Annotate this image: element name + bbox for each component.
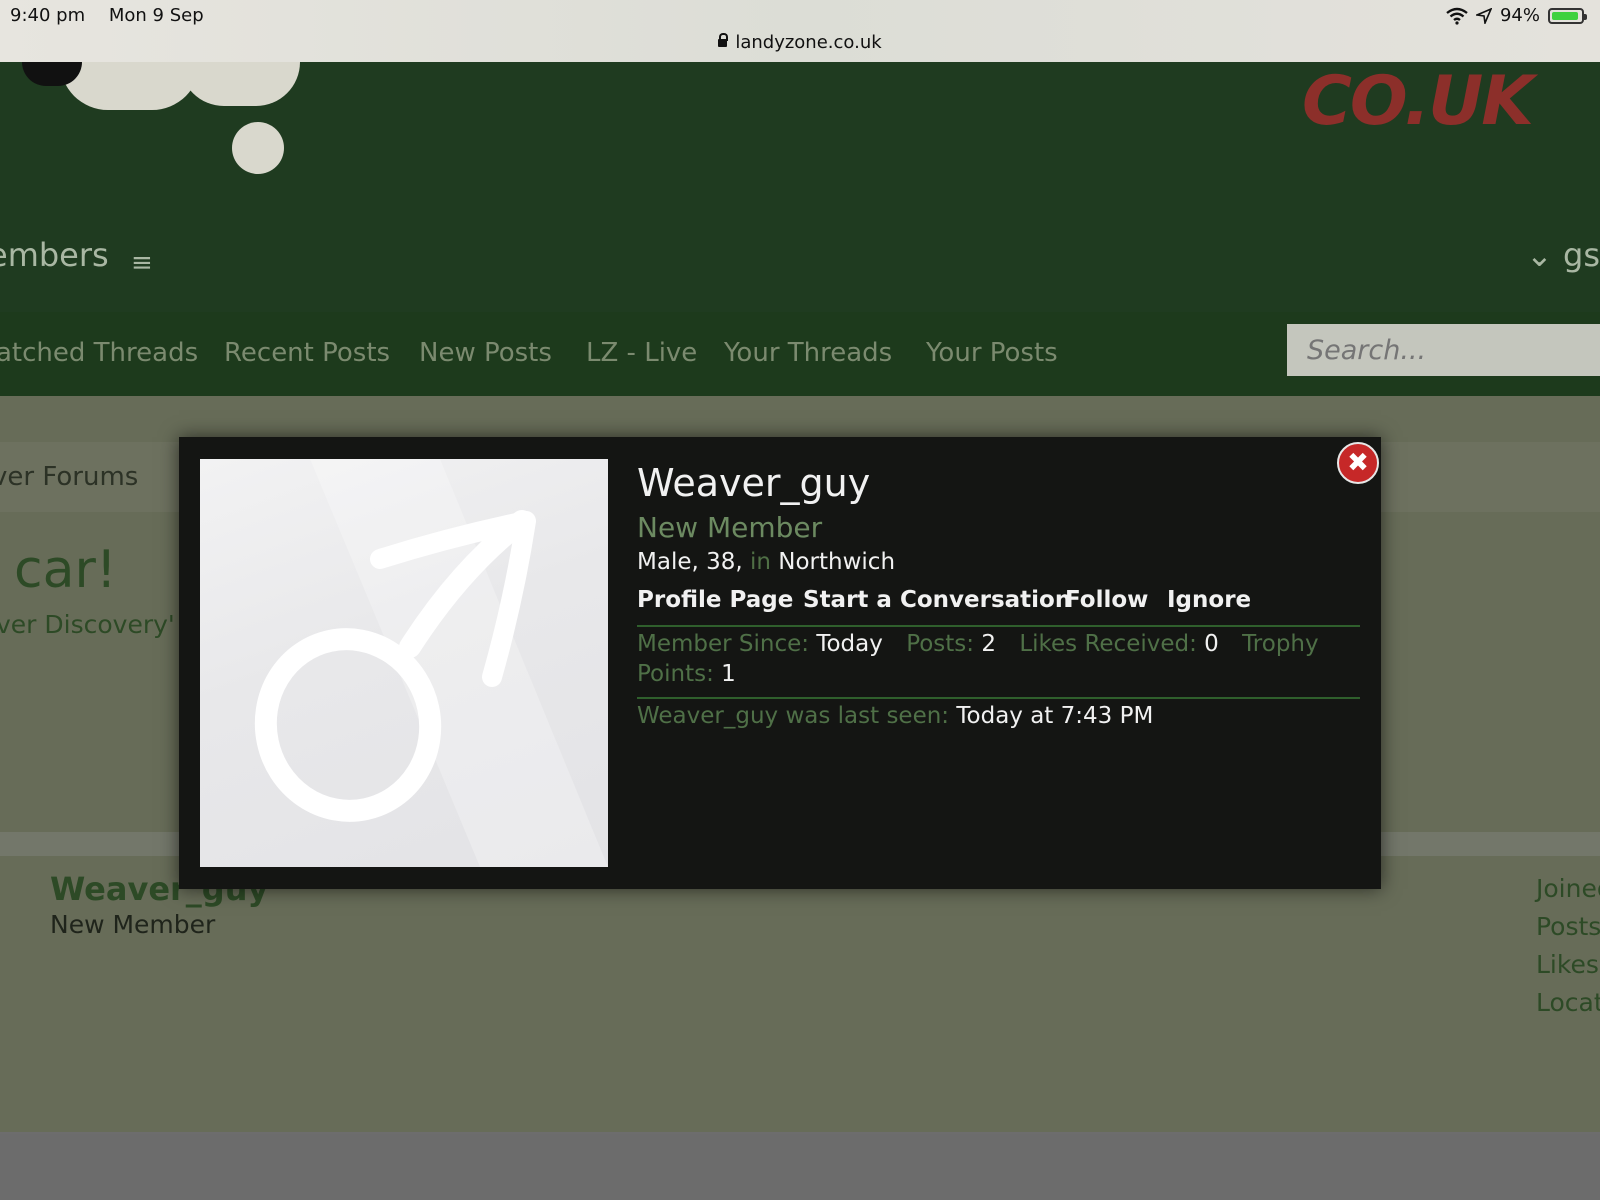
author-stat-joined: Joined bbox=[1536, 874, 1600, 903]
nav-members[interactable]: embers bbox=[0, 236, 109, 274]
member-card-modal: ✖ Weaver_guy New Member Male, 38, in Nor… bbox=[179, 437, 1381, 889]
member-info: Male, 38, in Northwich bbox=[637, 549, 895, 575]
member-gender-age: Male, 38, bbox=[637, 549, 743, 575]
member-stats: Member Since: Today Posts: 2 Likes Recei… bbox=[637, 629, 1360, 699]
close-button[interactable]: ✖ bbox=[1337, 442, 1379, 484]
subnav-watched-threads[interactable]: atched Threads bbox=[0, 338, 198, 368]
address-bar[interactable]: landyzone.co.uk bbox=[0, 32, 1600, 53]
chevron-down-icon: ⌄ bbox=[1526, 236, 1553, 274]
location-arrow-icon bbox=[1475, 7, 1492, 24]
follow-link[interactable]: Follow bbox=[1065, 587, 1148, 613]
likes-value: 0 bbox=[1204, 631, 1219, 657]
profile-page-link[interactable]: Profile Page bbox=[637, 587, 793, 613]
member-name[interactable]: Weaver_guy bbox=[637, 461, 870, 505]
member-in-label: in bbox=[750, 549, 771, 575]
thread-title: car! bbox=[14, 540, 117, 600]
author-stat-posts: Posts bbox=[1536, 912, 1600, 941]
battery-percent: 94% bbox=[1499, 5, 1540, 26]
lock-icon bbox=[718, 33, 729, 47]
posts-value[interactable]: 2 bbox=[981, 631, 996, 657]
start-conversation-link[interactable]: Start a Conversation bbox=[803, 587, 1071, 613]
last-seen: Weaver_guy was last seen: Today at 7:43 … bbox=[637, 703, 1153, 729]
last-seen-label: Weaver_guy was last seen: bbox=[637, 703, 950, 729]
author-stat-location: Locat bbox=[1536, 988, 1600, 1017]
ignore-link[interactable]: Ignore bbox=[1167, 587, 1251, 613]
breadcrumb[interactable]: ver Forums bbox=[0, 462, 138, 492]
site-logo[interactable]: CO.UK bbox=[1302, 62, 1534, 141]
status-time-date: 9:40 pm Mon 9 Sep bbox=[10, 5, 222, 26]
status-time: 9:40 pm bbox=[10, 5, 86, 26]
male-symbol-icon bbox=[254, 459, 608, 867]
avatar[interactable] bbox=[200, 459, 608, 867]
logo-splat bbox=[60, 62, 200, 110]
member-since-value: Today bbox=[816, 631, 883, 657]
subnav-recent-posts[interactable]: Recent Posts bbox=[224, 338, 390, 368]
page-footer-strip bbox=[0, 1134, 1600, 1200]
member-location[interactable]: Northwich bbox=[778, 549, 895, 575]
wifi-icon bbox=[1446, 7, 1468, 25]
member-actions: Profile Page Start a Conversation Follow… bbox=[637, 587, 1360, 627]
nav-right-label: gs bbox=[1563, 236, 1600, 274]
nav-right-item[interactable]: ⌄ gs bbox=[1526, 236, 1600, 274]
last-seen-value: Today at 7:43 PM bbox=[956, 703, 1154, 729]
battery-icon bbox=[1548, 7, 1587, 24]
thread-subtitle: ver Discovery' s bbox=[0, 610, 196, 639]
trophy-value[interactable]: 1 bbox=[721, 661, 736, 687]
hamburger-menu-icon[interactable]: ≡ bbox=[131, 248, 153, 278]
likes-label: Likes Received: bbox=[1019, 631, 1197, 657]
status-date: Mon 9 Sep bbox=[108, 5, 204, 26]
author-stat-likes: Likes bbox=[1536, 950, 1599, 979]
status-icons: 94% bbox=[1446, 5, 1587, 26]
close-icon: ✖ bbox=[1347, 448, 1369, 478]
subnav-your-threads[interactable]: Your Threads bbox=[724, 338, 892, 368]
status-bar: 9:40 pm Mon 9 Sep 94% landyzone.co.uk bbox=[0, 0, 1600, 63]
subnav-lz-live[interactable]: LZ - Live bbox=[586, 338, 697, 368]
subnav-new-posts[interactable]: New Posts bbox=[419, 338, 552, 368]
logo-splat bbox=[232, 122, 284, 174]
post-author-title: New Member bbox=[50, 910, 216, 939]
search-input[interactable] bbox=[1287, 324, 1600, 376]
posts-label: Posts: bbox=[906, 631, 975, 657]
member-title: New Member bbox=[637, 511, 823, 544]
member-since-label: Member Since: bbox=[637, 631, 810, 657]
url-text: landyzone.co.uk bbox=[735, 32, 882, 53]
subnav-your-posts[interactable]: Your Posts bbox=[926, 338, 1058, 368]
